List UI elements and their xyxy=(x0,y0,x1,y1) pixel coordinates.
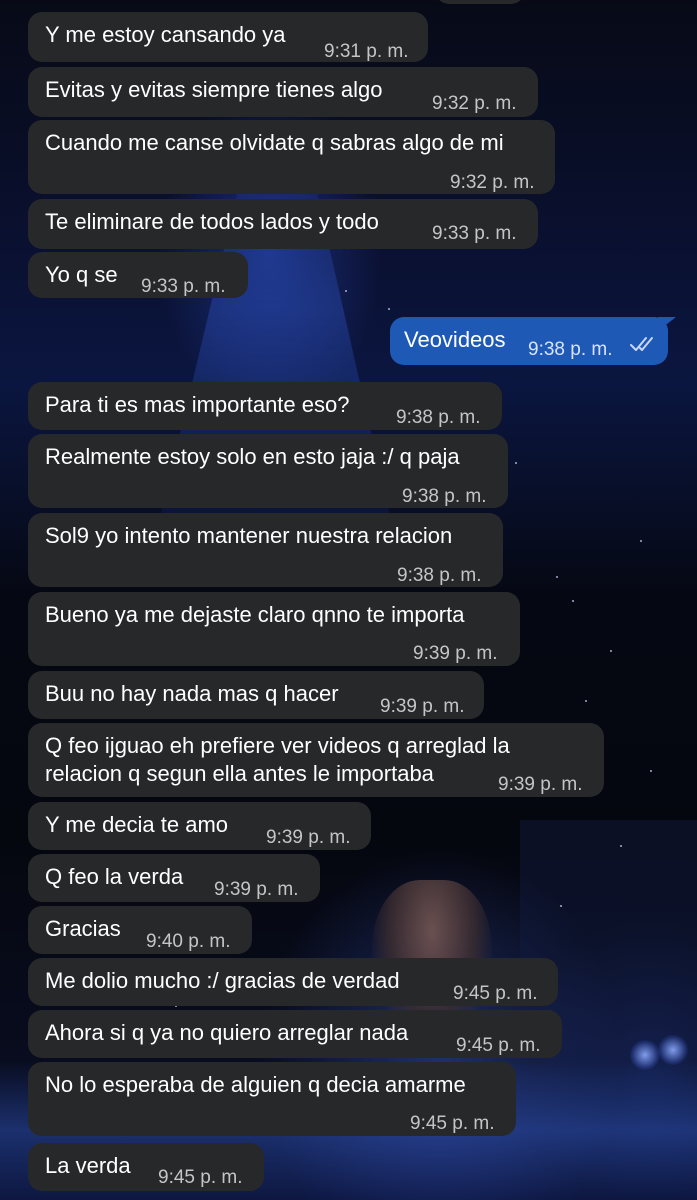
message-text: Evitas y evitas siempre tienes algo xyxy=(45,77,383,102)
message-text: Q feo la verda xyxy=(45,864,184,889)
double-check-icon xyxy=(630,337,653,351)
message-timestamp: 9:45 p. m. xyxy=(410,1113,495,1134)
message-text: Me dolio mucho :/ gracias de verdad xyxy=(45,968,400,993)
message-bubble[interactable]: Me dolio mucho :/ gracias de verdad 9:45… xyxy=(28,958,558,1006)
message-bubble[interactable]: Para ti es mas importante eso? 9:38 p. m… xyxy=(28,382,502,430)
message-timestamp: 9:31 p. m. xyxy=(324,41,409,62)
message-bubble[interactable]: Bueno ya me dejaste claro qnno te import… xyxy=(28,592,520,666)
message-text: Realmente estoy solo en esto jaja :/ q p… xyxy=(45,444,460,469)
message-bubble[interactable]: Realmente estoy solo en esto jaja :/ q p… xyxy=(28,434,508,508)
message-bubble[interactable]: Q feo la verda 9:39 p. m. xyxy=(28,854,320,902)
message-bubble[interactable]: Evitas y evitas siempre tienes algo 9:32… xyxy=(28,67,538,117)
message-timestamp: 9:40 p. m. xyxy=(146,931,231,952)
message-timestamp: 9:38 p. m. xyxy=(397,565,482,586)
message-bubble[interactable]: Ahora si q ya no quiero arreglar nada 9:… xyxy=(28,1010,562,1058)
message-text: Sol9 yo intento mantener nuestra relacio… xyxy=(45,523,453,548)
previous-message-fragment xyxy=(435,0,525,4)
message-text: No lo esperaba de alguien q decia amarme xyxy=(45,1072,466,1097)
message-bubble[interactable]: La verda 9:45 p. m. xyxy=(28,1143,264,1191)
message-timestamp: 9:45 p. m. xyxy=(158,1167,243,1188)
message-text: Yo q se xyxy=(45,262,118,287)
message-timestamp: 9:39 p. m. xyxy=(498,774,583,795)
message-text: La verda xyxy=(45,1153,131,1178)
message-timestamp: 9:39 p. m. xyxy=(380,696,465,717)
message-text: Te eliminare de todos lados y todo xyxy=(45,209,379,234)
message-text: Y me estoy cansando ya xyxy=(45,22,286,47)
message-text: Q feo ijguao eh prefiere ver videos q ar… xyxy=(45,733,510,758)
stage-lights xyxy=(630,1035,690,1075)
message-timestamp: 9:39 p. m. xyxy=(413,643,498,664)
message-timestamp: 9:33 p. m. xyxy=(141,276,226,297)
message-text: Para ti es mas importante eso? xyxy=(45,392,350,417)
message-bubble[interactable]: Gracias 9:40 p. m. xyxy=(28,906,252,954)
message-bubble[interactable]: Sol9 yo intento mantener nuestra relacio… xyxy=(28,513,503,587)
message-timestamp: 9:45 p. m. xyxy=(453,983,538,1004)
message-timestamp: 9:33 p. m. xyxy=(432,223,517,244)
message-timestamp: 9:38 p. m. xyxy=(528,339,613,360)
message-text: Ahora si q ya no quiero arreglar nada xyxy=(45,1020,409,1045)
message-timestamp: 9:45 p. m. xyxy=(456,1035,541,1056)
message-timestamp: 9:32 p. m. xyxy=(432,93,517,114)
message-text: Gracias xyxy=(45,916,121,941)
message-timestamp: 9:39 p. m. xyxy=(266,827,351,848)
message-bubble[interactable]: Y me decia te amo 9:39 p. m. xyxy=(28,802,371,850)
message-bubble[interactable]: Buu no hay nada mas q hacer 9:39 p. m. xyxy=(28,671,484,719)
message-text: Y me decia te amo xyxy=(45,812,229,837)
message-bubble[interactable]: Yo q se 9:33 p. m. xyxy=(28,252,248,298)
message-bubble[interactable]: No lo esperaba de alguien q decia amarme… xyxy=(28,1062,516,1136)
message-text: Veovideos xyxy=(404,327,506,352)
message-text: Bueno ya me dejaste claro qnno te import… xyxy=(45,602,465,627)
message-bubble[interactable]: Q feo ijguao eh prefiere ver videos q ar… xyxy=(28,723,604,797)
message-timestamp: 9:38 p. m. xyxy=(396,407,481,428)
message-timestamp: 9:32 p. m. xyxy=(450,172,535,193)
message-bubble[interactable]: Y me estoy cansando ya 9:31 p. m. xyxy=(28,12,428,62)
message-text: Cuando me canse olvidate q sabras algo d… xyxy=(45,130,504,155)
message-bubble[interactable]: Te eliminare de todos lados y todo 9:33 … xyxy=(28,199,538,249)
message-bubble[interactable]: Cuando me canse olvidate q sabras algo d… xyxy=(28,120,555,194)
message-bubble-outgoing[interactable]: Veovideos 9:38 p. m. xyxy=(390,317,676,365)
message-text-line-2: relacion q segun ella antes le importaba xyxy=(45,761,434,786)
message-timestamp: 9:39 p. m. xyxy=(214,879,299,900)
message-timestamp: 9:38 p. m. xyxy=(402,486,487,507)
message-text: Buu no hay nada mas q hacer xyxy=(45,681,339,706)
